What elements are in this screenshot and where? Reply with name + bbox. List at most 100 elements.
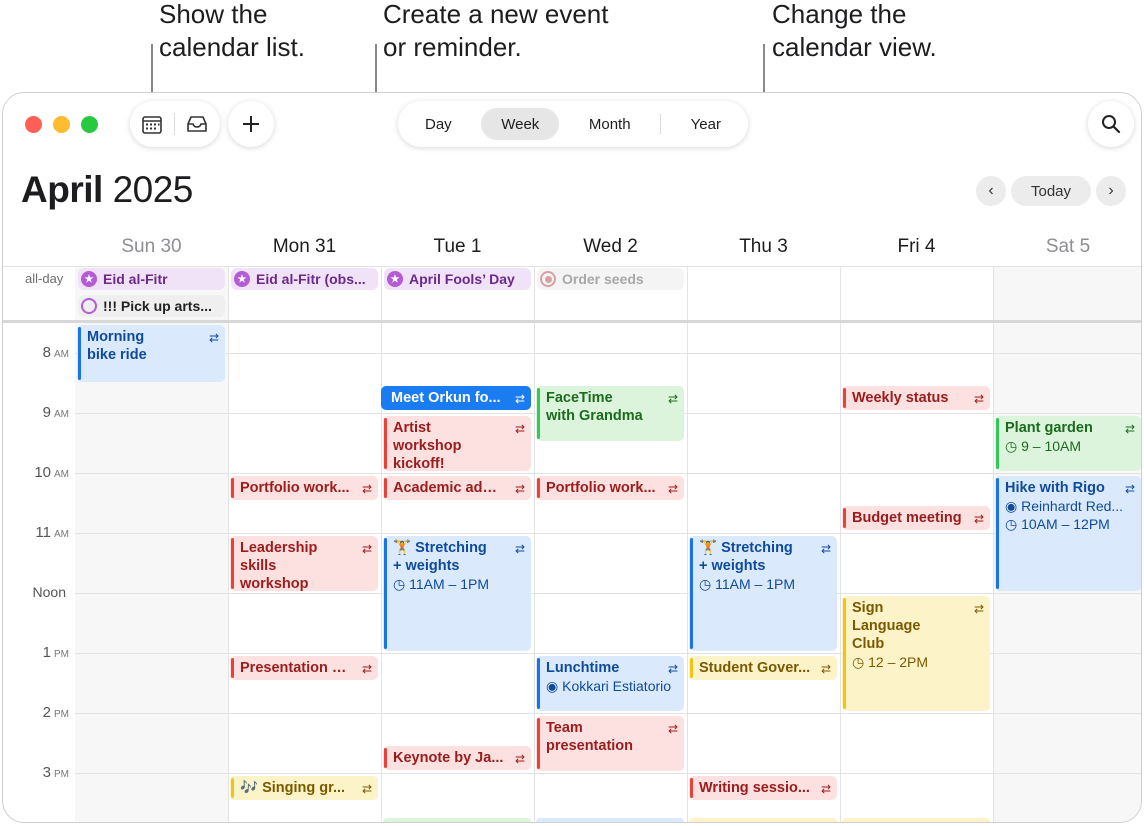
calendar-event[interactable]: Sign Language Club ◷ 12 – 2PM ⇄ [842,596,990,711]
event-title: Meet Orkun fo... [391,390,501,406]
divider [660,114,662,134]
all-day-reminder[interactable]: !!! Pick up arts... [78,295,225,317]
event-time: ◷ 11AM – 1PM [699,575,833,593]
calendar-event[interactable]: Academic advi... ⇄ [383,476,531,500]
repeat-icon: ⇄ [973,512,984,526]
repeat-icon: ⇄ [514,422,525,436]
view-month-button[interactable]: Month [569,108,651,140]
view-switcher: Day Week Month Year [398,101,748,147]
all-day-event[interactable]: ★ Eid al-Fitr (obs... [231,268,378,290]
repeat-icon: ⇄ [667,392,678,406]
hour-line [75,473,1141,474]
calendar-event[interactable]: Plant garden ◷ 9 – 10AM ⇄ [995,416,1141,471]
repeat-icon: ⇄ [514,392,525,406]
minimize-button[interactable] [53,116,70,133]
inbox-button[interactable] [175,101,219,147]
calendar-event[interactable]: 🏋️ Stretching + weights ◷ 11AM – 1PM ⇄ [689,536,837,651]
event-title: Eid al-Fitr [103,271,168,287]
calendar-event[interactable]: FaceTime with Grandma ⇄ [536,386,684,441]
day-header[interactable]: Thu 3 [687,236,840,258]
reminder-done-icon [540,271,556,287]
all-day-divider [3,320,1141,323]
event-peek[interactable] [689,818,837,822]
view-day-button[interactable]: Day [405,108,472,140]
divider [3,266,1141,267]
event-peek[interactable] [842,818,990,822]
divider [840,266,841,822]
view-year-button[interactable]: Year [671,108,741,140]
hour-label: 8 AM [43,344,69,361]
calendar-event[interactable]: Weekly status ⇄ [842,386,990,410]
hour-label: Noon [33,584,69,600]
previous-week-button[interactable]: ‹ [976,176,1006,206]
zoom-button[interactable] [81,116,98,133]
calendar-event[interactable]: Lunchtime ◉ Kokkari Estiatorio ⇄ [536,656,684,711]
calendar-event[interactable]: Student Gover... ⇄ [689,656,837,680]
day-header[interactable]: Fri 4 [840,236,993,258]
clock-icon: ◷ [1005,438,1018,454]
calendar-event[interactable]: Artist workshop kickoff! ⇄ [383,416,531,471]
event-time: ◷ 11AM – 1PM [393,575,527,593]
divider [534,266,535,822]
chevron-right-icon: › [1108,182,1114,199]
all-day-event[interactable]: Order seeds [537,268,684,290]
divider [993,266,994,822]
close-button[interactable] [25,116,42,133]
clock-icon: ◷ [1005,516,1018,532]
calendar-event[interactable]: Portfolio work... ⇄ [536,476,684,500]
calendar-event[interactable]: 🏋️ Stretching + weights ◷ 11AM – 1PM ⇄ [383,536,531,651]
event-time-text: 11AM – 1PM [409,576,489,592]
all-day-event[interactable]: ★ Eid al-Fitr [78,268,225,290]
day-header[interactable]: Sat 5 [993,236,1141,258]
calendar-event[interactable]: Writing sessio... ⇄ [689,776,837,800]
repeat-icon: ⇄ [667,662,678,676]
day-header[interactable]: Wed 2 [534,236,687,258]
search-button[interactable] [1088,101,1134,147]
repeat-icon: ⇄ [820,782,831,796]
callout-line: Change the [772,0,907,29]
all-day-event[interactable]: ★ April Fools’ Day [384,268,531,290]
repeat-icon: ⇄ [361,482,372,496]
callout-calendar-list: Show the calendar list. [159,0,305,64]
calendar-event-selected[interactable]: Meet Orkun fo... ⇄ [381,386,531,410]
event-title: Hike with Rigo [1005,480,1105,496]
next-week-button[interactable]: › [1096,176,1126,206]
hour-line [75,593,1141,594]
calendar-event[interactable]: Team presentation ⇄ [536,716,684,771]
hour-number: 3 [42,764,51,781]
repeat-icon: ⇄ [514,542,525,556]
hour-label: 10 AM [34,464,69,481]
day-header[interactable]: Tue 1 [381,236,534,258]
location-pin-icon: ◉ [1005,498,1018,514]
view-week-button[interactable]: Week [481,108,560,140]
add-event-button[interactable] [228,101,274,147]
day-header[interactable]: Sun 30 [75,236,228,258]
event-title: Academic advi... [393,480,507,496]
hour-ampm: AM [54,469,69,480]
calendar-event[interactable]: Presentation p... ⇄ [230,656,378,680]
year-label: 2025 [112,169,194,210]
event-title: Writing sessio... [699,780,810,796]
event-peek[interactable] [383,818,531,822]
calendar-event[interactable]: 🎶 Singing gr... ⇄ [230,776,378,800]
repeat-icon: ⇄ [667,482,678,496]
day-header[interactable]: Mon 31 [228,236,381,258]
event-peek[interactable] [536,818,684,822]
event-title: Weekly status [852,390,949,406]
repeat-icon: ⇄ [361,662,372,676]
calendar-list-button[interactable] [130,101,174,147]
calendar-event[interactable]: Hike with Rigo ◉ Reinhardt Red... ◷ 10AM… [995,476,1141,591]
hour-label: 1 PM [43,644,69,661]
event-title: Keynote by Ja... [393,750,504,766]
hour-ampm: AM [54,409,69,420]
event-title: April Fools’ Day [409,271,515,287]
hour-line [75,773,1141,774]
calendar-event[interactable]: Portfolio work... ⇄ [230,476,378,500]
hour-number: 2 [42,704,51,721]
event-title: FaceTime with Grandma [546,390,643,424]
today-button[interactable]: Today [1011,176,1091,206]
calendar-event[interactable]: Leadership skills workshop ⇄ [230,536,378,591]
calendar-event[interactable]: Budget meeting ⇄ [842,506,990,530]
calendar-event[interactable]: Keynote by Ja... ⇄ [383,746,531,770]
calendar-event[interactable]: Morning bike ride ⇄ [77,325,225,382]
